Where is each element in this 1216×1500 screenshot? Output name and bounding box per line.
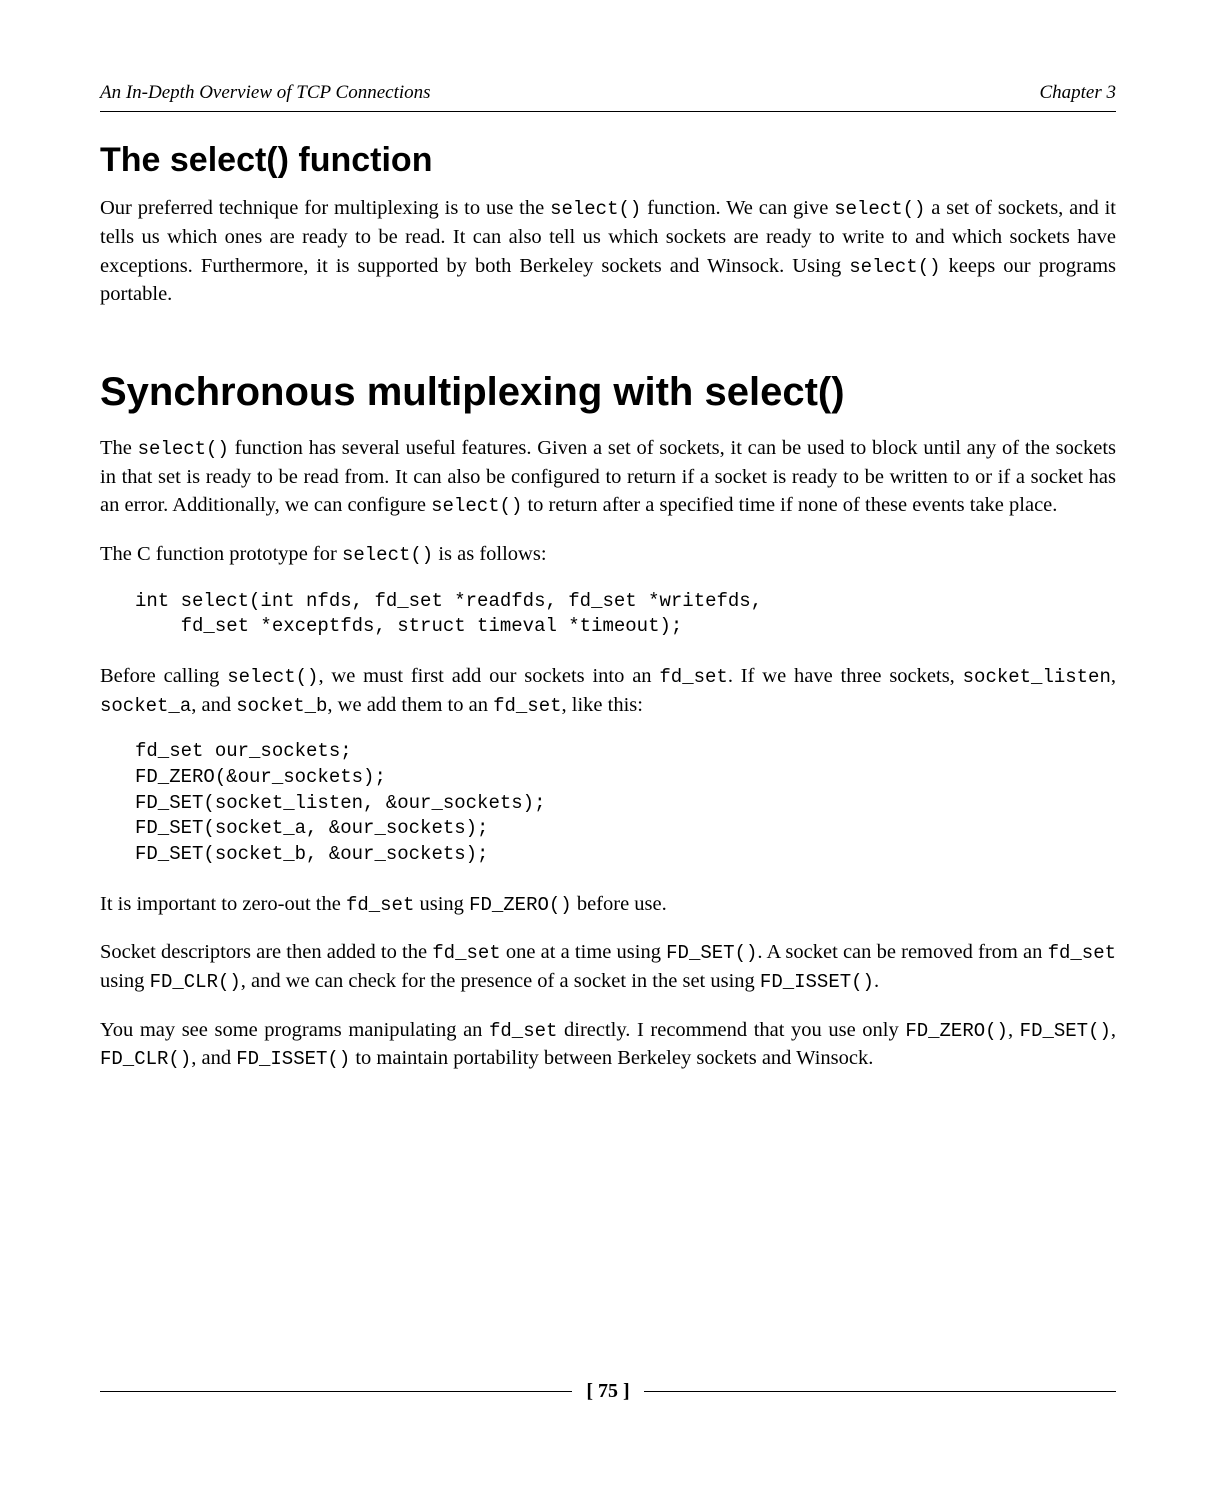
code-block-fdset-example: fd_set our_sockets; FD_ZERO(&our_sockets… xyxy=(135,739,1116,867)
paragraph: Socket descriptors are then added to the… xyxy=(100,938,1116,995)
paragraph: Before calling select(), we must first a… xyxy=(100,662,1116,719)
code-inline: fd_set xyxy=(493,695,561,717)
footer-rule-left xyxy=(100,1391,572,1392)
code-inline: FD_SET() xyxy=(1020,1020,1111,1042)
paragraph: The select() function has several useful… xyxy=(100,434,1116,520)
code-inline: FD_CLR() xyxy=(100,1048,191,1070)
code-inline: select() xyxy=(342,544,433,566)
paragraph: The C function prototype for select() is… xyxy=(100,540,1116,569)
paragraph: You may see some programs manipulating a… xyxy=(100,1016,1116,1073)
code-inline: select() xyxy=(138,438,229,460)
code-inline: select() xyxy=(849,256,940,278)
header-left: An In-Depth Overview of TCP Connections xyxy=(100,80,431,107)
code-inline: FD_ISSET() xyxy=(236,1048,350,1070)
code-inline: fd_set xyxy=(1048,942,1116,964)
code-inline: fd_set xyxy=(489,1020,557,1042)
code-block-select-prototype: int select(int nfds, fd_set *readfds, fd… xyxy=(135,589,1116,640)
code-inline: fd_set xyxy=(659,666,727,688)
header-right: Chapter 3 xyxy=(1039,80,1116,107)
page-footer: [ 75 ] xyxy=(100,1377,1116,1405)
paragraph: Our preferred technique for multiplexing… xyxy=(100,194,1116,309)
page-header: An In-Depth Overview of TCP Connections … xyxy=(100,80,1116,112)
code-inline: select() xyxy=(550,198,641,220)
code-inline: FD_CLR() xyxy=(150,971,241,993)
code-inline: select() xyxy=(834,198,925,220)
paragraph: It is important to zero-out the fd_set u… xyxy=(100,890,1116,919)
code-inline: fd_set xyxy=(432,942,500,964)
section-heading-select-function: The select() function xyxy=(100,137,1116,185)
code-inline: socket_a xyxy=(100,695,191,717)
code-inline: socket_listen xyxy=(963,666,1111,688)
code-inline: socket_b xyxy=(236,695,327,717)
code-inline: FD_ZERO() xyxy=(469,894,572,916)
code-inline: fd_set xyxy=(346,894,414,916)
footer-rule-right xyxy=(644,1391,1116,1392)
code-inline: FD_ZERO() xyxy=(905,1020,1008,1042)
code-inline: select() xyxy=(227,666,318,688)
code-inline: select() xyxy=(431,495,522,517)
section-heading-synchronous-multiplexing: Synchronous multiplexing with select() xyxy=(100,364,1116,420)
code-inline: FD_SET() xyxy=(666,942,757,964)
code-inline: FD_ISSET() xyxy=(760,971,874,993)
page-number: [ 75 ] xyxy=(586,1377,629,1405)
